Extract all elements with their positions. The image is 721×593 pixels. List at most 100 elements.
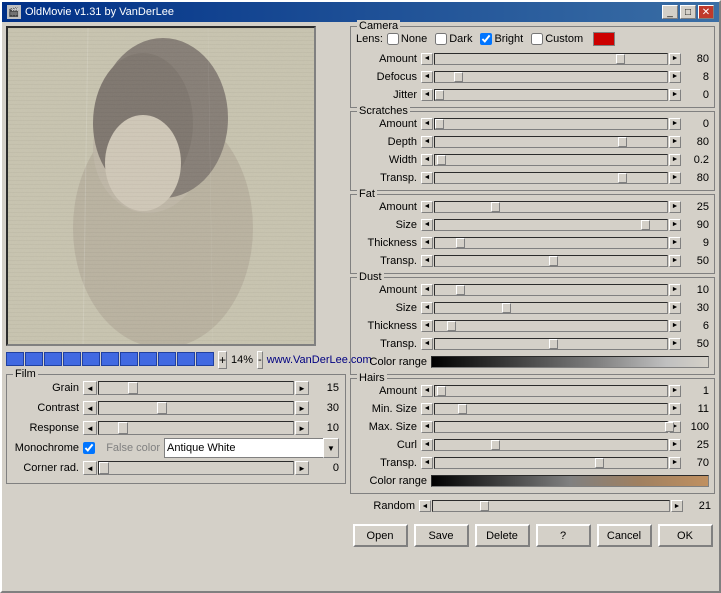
corner-rad-right-btn[interactable]: ► (295, 461, 309, 475)
dust-transp-left-btn[interactable]: ◄ (421, 338, 433, 350)
dust-amount-left-btn[interactable]: ◄ (421, 284, 433, 296)
hairs-transp-track[interactable] (434, 457, 668, 469)
random-track[interactable] (432, 500, 670, 512)
fat-size-track[interactable] (434, 219, 668, 231)
dust-amount-track[interactable] (434, 284, 668, 296)
response-left-btn[interactable]: ◄ (83, 421, 97, 435)
dust-amount-right-btn[interactable]: ► (669, 284, 681, 296)
contrast-thumb[interactable] (157, 402, 167, 414)
fat-thickness-left-btn[interactable]: ◄ (421, 237, 433, 249)
maximize-button[interactable]: □ (680, 5, 696, 19)
random-right-btn[interactable]: ► (671, 500, 683, 512)
lens-bright-checkbox[interactable] (480, 33, 492, 45)
hairs-max-size-left-btn[interactable]: ◄ (421, 421, 433, 433)
hairs-max-size-thumb[interactable] (665, 422, 674, 432)
cam-amount-track[interactable] (434, 53, 668, 65)
cam-amount-thumb[interactable] (616, 54, 625, 64)
fat-amount-left-btn[interactable]: ◄ (421, 201, 433, 213)
scr-width-left-btn[interactable]: ◄ (421, 154, 433, 166)
help-button[interactable]: ? (536, 524, 591, 547)
lens-dark-checkbox[interactable] (435, 33, 447, 45)
fat-amount-track[interactable] (434, 201, 668, 213)
dust-size-left-btn[interactable]: ◄ (421, 302, 433, 314)
hairs-curl-right-btn[interactable]: ► (669, 439, 681, 451)
response-track[interactable] (98, 421, 294, 435)
grain-right-btn[interactable]: ► (295, 381, 309, 395)
fat-transp-track[interactable] (434, 255, 668, 267)
dust-size-thumb[interactable] (502, 303, 511, 313)
random-thumb[interactable] (480, 501, 489, 511)
grain-left-btn[interactable]: ◄ (83, 381, 97, 395)
fat-size-thumb[interactable] (641, 220, 650, 230)
response-right-btn[interactable]: ► (295, 421, 309, 435)
hairs-transp-left-btn[interactable]: ◄ (421, 457, 433, 469)
dust-thickness-right-btn[interactable]: ► (669, 320, 681, 332)
dust-transp-thumb[interactable] (549, 339, 558, 349)
close-button[interactable]: ✕ (698, 5, 714, 19)
contrast-right-btn[interactable]: ► (295, 401, 309, 415)
response-thumb[interactable] (118, 422, 128, 434)
ok-button[interactable]: OK (658, 524, 713, 547)
dust-amount-thumb[interactable] (456, 285, 465, 295)
lens-custom-checkbox[interactable] (531, 33, 543, 45)
scr-amount-right-btn[interactable]: ► (669, 118, 681, 130)
hairs-amount-thumb[interactable] (437, 386, 446, 396)
zoom-plus-button[interactable]: + (218, 351, 227, 369)
cam-jitter-track[interactable] (434, 89, 668, 101)
hairs-curl-thumb[interactable] (491, 440, 500, 450)
scr-depth-track[interactable] (434, 136, 668, 148)
delete-button[interactable]: Delete (475, 524, 530, 547)
fat-thickness-track[interactable] (434, 237, 668, 249)
scr-width-right-btn[interactable]: ► (669, 154, 681, 166)
scr-width-track[interactable] (434, 154, 668, 166)
lens-none-checkbox[interactable] (387, 33, 399, 45)
scr-depth-thumb[interactable] (618, 137, 627, 147)
open-button[interactable]: Open (353, 524, 408, 547)
cam-defocus-right-btn[interactable]: ► (669, 71, 681, 83)
custom-color-box[interactable] (593, 32, 615, 46)
hairs-min-size-left-btn[interactable]: ◄ (421, 403, 433, 415)
cam-amount-left-btn[interactable]: ◄ (421, 53, 433, 65)
fat-amount-right-btn[interactable]: ► (669, 201, 681, 213)
corner-rad-left-btn[interactable]: ◄ (83, 461, 97, 475)
hairs-color-range-track[interactable] (431, 475, 709, 487)
cam-jitter-right-btn[interactable]: ► (669, 89, 681, 101)
cam-amount-right-btn[interactable]: ► (669, 53, 681, 65)
scr-transp-track[interactable] (434, 172, 668, 184)
hairs-transp-right-btn[interactable]: ► (669, 457, 681, 469)
contrast-left-btn[interactable]: ◄ (83, 401, 97, 415)
fat-thickness-thumb[interactable] (456, 238, 465, 248)
hairs-min-size-track[interactable] (434, 403, 668, 415)
hairs-curl-left-btn[interactable]: ◄ (421, 439, 433, 451)
zoom-minus-button[interactable]: - (257, 351, 263, 369)
hairs-min-size-right-btn[interactable]: ► (669, 403, 681, 415)
hairs-amount-track[interactable] (434, 385, 668, 397)
scr-amount-track[interactable] (434, 118, 668, 130)
scr-transp-left-btn[interactable]: ◄ (421, 172, 433, 184)
scr-amount-thumb[interactable] (435, 119, 444, 129)
cam-defocus-thumb[interactable] (454, 72, 463, 82)
hairs-curl-track[interactable] (434, 439, 668, 451)
fat-transp-left-btn[interactable]: ◄ (421, 255, 433, 267)
monochrome-checkbox[interactable] (83, 442, 95, 454)
false-color-dropdown[interactable]: Antique White (164, 438, 324, 458)
dust-color-range-track[interactable] (431, 356, 709, 368)
fat-thickness-right-btn[interactable]: ► (669, 237, 681, 249)
scr-width-thumb[interactable] (437, 155, 446, 165)
dust-thickness-thumb[interactable] (447, 321, 456, 331)
dust-thickness-left-btn[interactable]: ◄ (421, 320, 433, 332)
grain-thumb[interactable] (128, 382, 138, 394)
hairs-transp-thumb[interactable] (595, 458, 604, 468)
dropdown-arrow[interactable]: ▼ (323, 438, 339, 458)
corner-rad-thumb[interactable] (99, 462, 109, 474)
fat-transp-thumb[interactable] (549, 256, 558, 266)
cam-jitter-thumb[interactable] (435, 90, 444, 100)
fat-size-right-btn[interactable]: ► (669, 219, 681, 231)
fat-amount-thumb[interactable] (491, 202, 500, 212)
hairs-min-size-thumb[interactable] (458, 404, 467, 414)
scr-amount-left-btn[interactable]: ◄ (421, 118, 433, 130)
corner-rad-track[interactable] (98, 461, 294, 475)
fat-size-left-btn[interactable]: ◄ (421, 219, 433, 231)
hairs-amount-right-btn[interactable]: ► (669, 385, 681, 397)
cam-jitter-left-btn[interactable]: ◄ (421, 89, 433, 101)
